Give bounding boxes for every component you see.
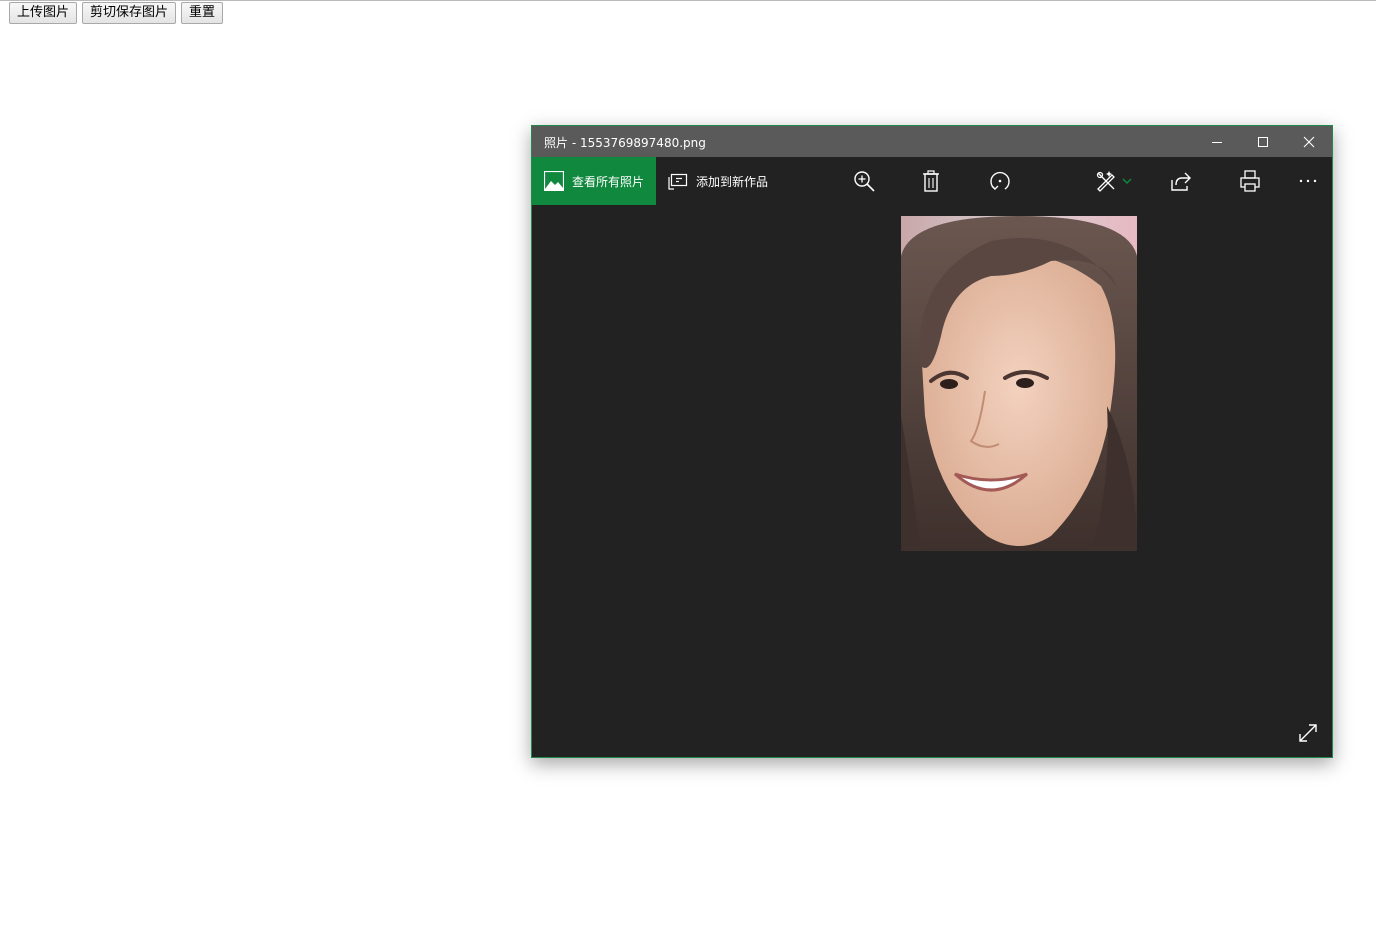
edit-create-button[interactable] <box>1094 169 1118 193</box>
add-to-creation-label: 添加到新作品 <box>696 174 769 189</box>
photos-app-window: 照片 - 1553769897480.png 查看所有照片 添加到新作品 <box>531 125 1333 758</box>
add-to-creation-button[interactable]: 添加到新作品 <box>668 157 768 205</box>
zoom-in-icon <box>854 171 875 192</box>
minimize-button[interactable] <box>1194 126 1240 157</box>
share-icon <box>1171 172 1191 191</box>
window-titlebar[interactable]: 照片 - 1553769897480.png <box>532 126 1332 157</box>
fullscreen-expand-icon <box>1299 724 1317 742</box>
maximize-button[interactable] <box>1240 126 1286 157</box>
delete-button[interactable] <box>919 169 943 193</box>
add-to-creation-icon <box>668 171 688 191</box>
crop-save-image-button[interactable]: 剪切保存图片 <box>82 2 177 24</box>
view-all-photos-button[interactable]: 查看所有照片 <box>532 157 656 205</box>
close-icon <box>1303 136 1315 147</box>
share-button[interactable] <box>1169 169 1193 193</box>
close-button[interactable] <box>1286 126 1332 157</box>
chevron-down-icon <box>1122 178 1132 185</box>
upload-image-button[interactable]: 上传图片 <box>9 2 78 24</box>
rotate-button[interactable] <box>988 169 1012 193</box>
window-title: 照片 - 1553769897480.png <box>544 136 706 150</box>
reset-button[interactable]: 重置 <box>181 2 224 24</box>
print-icon <box>1240 170 1260 192</box>
more-icon <box>1299 179 1317 183</box>
rotate-icon <box>990 171 1010 190</box>
photos-toolbar: 查看所有照片 添加到新作品 <box>532 157 1332 205</box>
minimize-icon <box>1212 141 1222 143</box>
portrait-image <box>901 216 1137 551</box>
fullscreen-button[interactable] <box>1296 721 1320 745</box>
edit-icon <box>1096 171 1115 192</box>
print-button[interactable] <box>1238 169 1262 193</box>
zoom-in-button[interactable] <box>852 169 876 193</box>
gallery-icon <box>544 171 564 191</box>
page-top-border <box>0 0 1376 1</box>
edit-menu-dropdown[interactable] <box>1120 169 1134 193</box>
more-options-button[interactable] <box>1296 169 1320 193</box>
portrait-photo[interactable] <box>901 216 1137 551</box>
maximize-icon <box>1258 136 1268 147</box>
delete-icon <box>923 170 939 192</box>
page-button-bar: 上传图片 剪切保存图片 重置 <box>9 2 224 24</box>
view-all-photos-label: 查看所有照片 <box>572 174 645 189</box>
